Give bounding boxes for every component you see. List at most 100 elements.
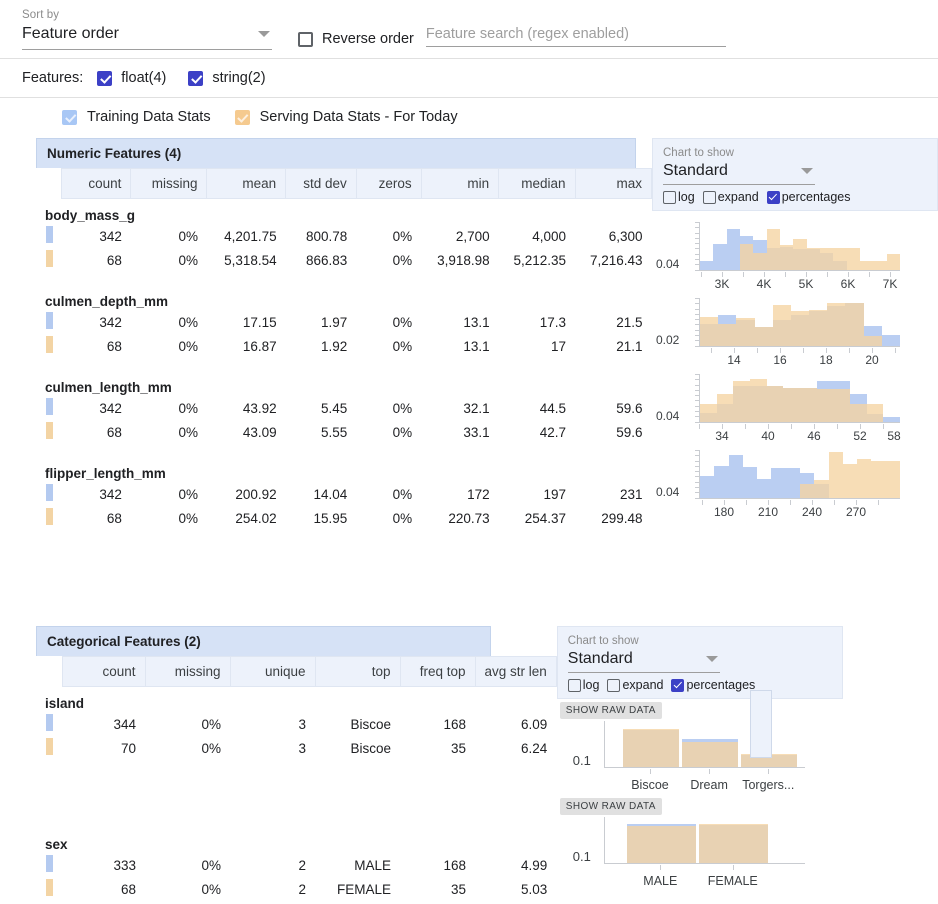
percentages-checkbox[interactable] — [766, 190, 780, 204]
dataset-toggle-serving[interactable]: Serving Data Stats - For Today — [234, 109, 458, 125]
reverse-order-control[interactable]: Reverse order — [298, 31, 414, 47]
expand-checkbox[interactable] — [607, 678, 621, 692]
dataset-toggle-row: Training Data Stats Serving Data Stats -… — [0, 98, 938, 136]
features-label: Features: — [22, 70, 84, 86]
option-expand[interactable]: expand — [607, 678, 663, 692]
feature-name-row[interactable]: sex — [36, 828, 556, 853]
histogram-body-mass-g[interactable]: 0.04 3K 4K 5K 6K 7K — [652, 217, 938, 293]
chevron-down-icon — [258, 31, 270, 37]
sort-by-select[interactable]: Feature order — [22, 23, 272, 50]
cell-missing: 0% — [178, 338, 198, 354]
y-axis-tick-label: 0.02 — [656, 333, 680, 347]
col-median[interactable]: median — [498, 168, 576, 199]
col-zeros[interactable]: zeros — [355, 168, 422, 199]
histogram-bin — [816, 374, 834, 422]
histogram-bin — [833, 222, 847, 270]
histogram-culmen-depth-mm[interactable]: 0.02 14 16 18 20 — [652, 293, 938, 369]
col-max[interactable]: max — [574, 168, 653, 199]
show-raw-data-button[interactable]: SHOW RAW DATA — [559, 798, 662, 815]
feature-search-control[interactable] — [425, 25, 726, 47]
string-checkbox[interactable] — [188, 70, 204, 86]
option-log[interactable]: log — [567, 678, 599, 692]
bar-serving — [622, 728, 680, 767]
feature-type-chip-float[interactable]: float(4) — [97, 70, 166, 86]
float-checkbox[interactable] — [97, 70, 113, 86]
bar-serving — [793, 239, 807, 270]
show-raw-data-button[interactable]: SHOW RAW DATA — [559, 702, 662, 719]
col-top[interactable]: top — [314, 656, 401, 687]
table-row: 70 0% 3 Biscoe 35 6.24 — [36, 736, 556, 760]
col-avg-str-len[interactable]: avg str len — [474, 656, 557, 687]
col-missing[interactable]: missing — [144, 656, 231, 687]
feature-type-chip-string[interactable]: string(2) — [188, 70, 266, 86]
serving-data-stats-label: Serving Data Stats - For Today — [259, 109, 458, 125]
dataset-swatch — [36, 736, 62, 760]
row-spacer — [36, 444, 652, 457]
cell-max: 231 — [619, 486, 643, 502]
x-tick-label: 3K — [714, 277, 730, 291]
cell-top: MALE — [354, 857, 391, 873]
dataset-toggle-training[interactable]: Training Data Stats — [62, 109, 211, 125]
feature-name-row[interactable]: body_mass_g — [36, 199, 652, 225]
swatch-blue-icon — [46, 714, 53, 731]
sort-by-label: Sort by — [22, 9, 60, 21]
sort-by-control[interactable]: Sort by Feature order — [22, 8, 272, 50]
col-count[interactable]: count — [61, 656, 146, 687]
col-mean[interactable]: mean — [206, 168, 287, 199]
bar-serving — [733, 380, 750, 422]
bar-serving — [772, 304, 791, 346]
col-unique[interactable]: unique — [229, 656, 316, 687]
option-percentages[interactable]: percentages — [671, 678, 755, 692]
table-row: 68 0% 5,318.54 866.83 0% 3,918.98 5,212.… — [36, 248, 652, 272]
cell-zeros: 0% — [392, 252, 413, 268]
feature-name-row[interactable]: flipper_length_mm — [36, 457, 652, 482]
x-tick-label: MALE — [643, 874, 678, 888]
histogram-culmen-length-mm[interactable]: 0.04 34 40 46 52 58 — [652, 369, 938, 445]
cell-top: Biscoe — [350, 740, 391, 756]
col-min[interactable]: min — [420, 168, 500, 199]
chart-to-show-select[interactable]: Standard — [567, 648, 720, 673]
histogram-flipper-length-mm[interactable]: 0.04 180 210 240 270 — [652, 445, 938, 521]
col-freq-top[interactable]: freq top — [399, 656, 476, 687]
bar-serving — [799, 387, 817, 422]
barchart-sex[interactable]: SHOW RAW DATA 0.1 MALE FEMALE — [557, 798, 843, 898]
table-row: 68 0% 43.09 5.55 0% 33.1 42.7 59.6 — [36, 420, 652, 444]
cell-count: 70 — [120, 740, 136, 756]
col-count[interactable]: count — [61, 168, 132, 199]
table-row: 342 0% 43.92 5.45 0% 32.1 44.5 59.6 — [36, 396, 652, 420]
x-tick-label: 16 — [773, 353, 787, 367]
horizontal-scroll-stub[interactable] — [750, 690, 772, 758]
barchart-island[interactable]: SHOW RAW DATA 0.1 Biscoe Dream Torgers... — [557, 702, 843, 802]
reverse-order-checkbox[interactable] — [298, 31, 313, 47]
numeric-table-body: body_mass_g 342 0% 4,201.75 800.78 0% 2,… — [36, 199, 652, 531]
cell-unique: 2 — [298, 881, 306, 897]
option-expand[interactable]: expand — [702, 190, 759, 204]
feature-name-row[interactable]: island — [36, 687, 556, 713]
percentages-checkbox[interactable] — [671, 678, 685, 692]
expand-checkbox[interactable] — [702, 190, 716, 204]
x-tick-label: 240 — [801, 505, 823, 519]
table-row: 68 0% 16.87 1.92 0% 13.1 17 21.1 — [36, 334, 652, 358]
log-checkbox[interactable] — [567, 678, 581, 692]
feature-name-row[interactable]: culmen_depth_mm — [36, 285, 652, 310]
feature-search-input[interactable] — [425, 26, 726, 47]
chevron-down-icon — [801, 168, 813, 174]
expand-label: expand — [717, 190, 759, 204]
bar-serving — [885, 461, 900, 498]
x-axis-ticks — [604, 865, 804, 870]
cell-count: 342 — [99, 486, 122, 502]
log-checkbox[interactable] — [663, 190, 676, 204]
training-data-stats-checkbox[interactable] — [62, 109, 77, 125]
categorical-features-section: Categorical Features (2) count missing u… — [36, 626, 938, 901]
option-log[interactable]: log — [663, 190, 695, 204]
cell-std-dev: 1.97 — [320, 314, 348, 330]
feature-name-row[interactable]: culmen_length_mm — [36, 371, 652, 396]
option-percentages[interactable]: percentages — [766, 190, 851, 204]
table-row: 342 0% 200.92 14.04 0% 172 197 231 — [36, 482, 652, 506]
chart-to-show-select[interactable]: Standard — [663, 160, 815, 185]
col-std-dev[interactable]: std dev — [285, 168, 357, 199]
col-missing[interactable]: missing — [130, 168, 208, 199]
swatch-blue-icon — [45, 312, 53, 329]
histogram-bin — [785, 450, 800, 498]
serving-data-stats-checkbox[interactable] — [234, 109, 250, 125]
